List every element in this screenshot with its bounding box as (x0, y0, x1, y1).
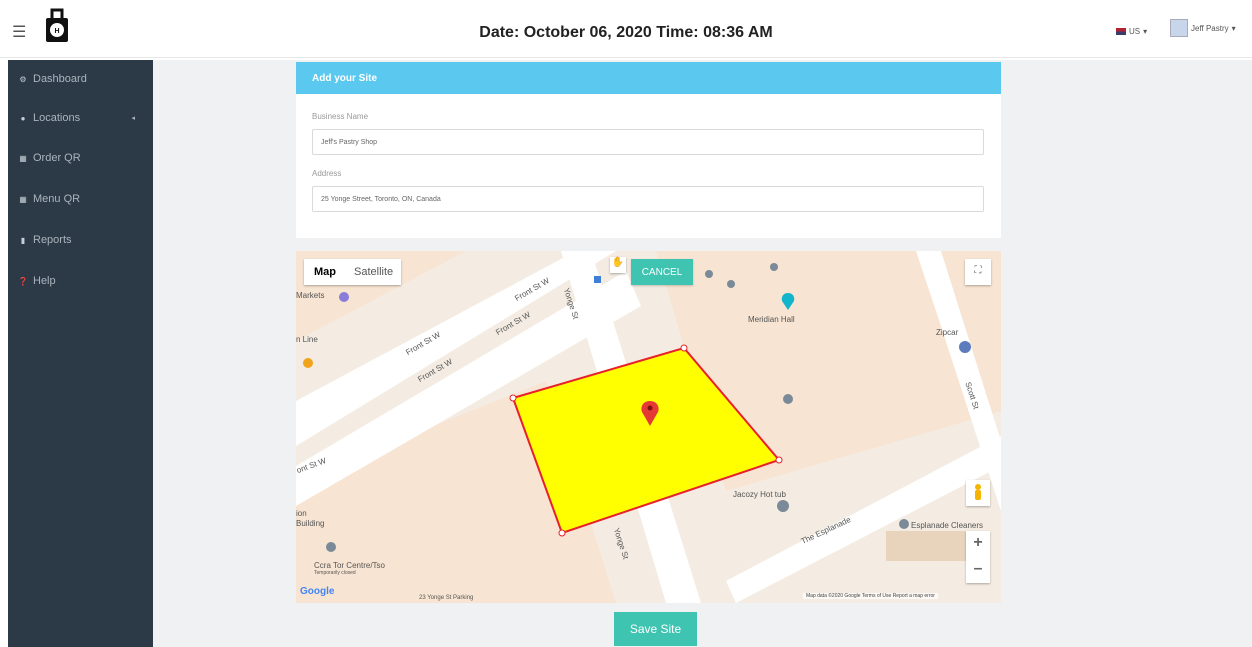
file-icon: ▮ (20, 235, 26, 245)
map-label: Markets (296, 291, 325, 300)
qr-icon: ▦ (19, 194, 27, 204)
jacozy-pin-icon (777, 500, 789, 512)
chevron-down-icon: ▾ (1231, 23, 1236, 33)
business-name-label: Business Name (312, 112, 369, 121)
sidebar-item-reports[interactable]: ▮ Reports (8, 230, 153, 250)
add-site-card: Add your Site Business Name Jeff's Pastr… (296, 62, 1001, 238)
transit-icon (594, 276, 601, 283)
poi-icon (770, 263, 778, 271)
polygon-vertex[interactable] (558, 529, 566, 537)
avatar (1170, 19, 1188, 37)
user-name: Jeff Pastry (1191, 23, 1229, 33)
map-block (886, 531, 966, 561)
caret-icon: ◂ (131, 115, 135, 122)
dashboard-icon: ⚙ (19, 74, 27, 84)
address-label: Address (312, 169, 342, 178)
sidebar-item-label: Locations (33, 112, 81, 124)
hand-icon[interactable]: ✋ (610, 257, 626, 273)
zoom-control: + – (966, 531, 990, 583)
sidebar-item-label: Order QR (33, 152, 81, 164)
chevron-down-icon: ▾ (1143, 27, 1148, 36)
restaurant-icon (303, 358, 313, 368)
map-label: Building (296, 519, 325, 528)
business-name-field[interactable]: Jeff's Pastry Shop (312, 129, 984, 155)
sidebar-item-label: Menu QR (33, 193, 81, 205)
save-site-button[interactable]: Save Site (614, 612, 697, 646)
location-pin-dot (647, 405, 653, 411)
sidebar-item-label: Dashboard (33, 73, 87, 85)
map-marker-icon: ● (20, 113, 26, 123)
zoom-in-button[interactable]: + (966, 531, 990, 557)
map-type-map[interactable]: Map (304, 259, 344, 285)
sidebar-item-order-qr[interactable]: ▦ Order QR (8, 148, 153, 168)
map-label: Zipcar (936, 328, 959, 337)
zoom-out-button[interactable]: – (966, 557, 990, 583)
map-attribution[interactable]: Map data ©2020 Google Terms of Use Repor… (803, 593, 938, 599)
sidebar-item-help[interactable]: ❓ Help (8, 271, 153, 291)
markets-icon (339, 292, 349, 302)
fullscreen-icon[interactable]: ⛶ (965, 259, 991, 285)
language-selector[interactable]: US ▾ (1116, 27, 1147, 36)
cancel-button[interactable]: CANCEL (631, 259, 693, 285)
polygon-vertex[interactable] (680, 344, 688, 352)
map-label: Jacozy Hot tub (733, 490, 786, 499)
address-field[interactable]: 25 Yonge Street, Toronto, ON, Canada (312, 186, 984, 212)
help-icon: ❓ (18, 276, 28, 286)
ccra-icon (326, 542, 336, 552)
language-label: US (1129, 27, 1141, 36)
google-logo: Google (300, 586, 335, 597)
qr-icon: ▦ (19, 153, 27, 163)
sidebar-item-menu-qr[interactable]: ▦ Menu QR (8, 189, 153, 209)
map[interactable]: Markets n Line Meridian Hall Zipcar Fron… (296, 251, 1001, 603)
map-label: n Line (296, 335, 318, 344)
poi-icon (783, 394, 793, 404)
zipcar-icon (959, 341, 971, 353)
map-label: Ccra Tor Centre/Tso (314, 561, 385, 570)
map-type-control: Map Satellite (304, 259, 402, 285)
us-flag-icon (1116, 28, 1126, 35)
sidebar-item-label: Help (33, 275, 56, 287)
date-time: Date: October 06, 2020 Time: 08:36 AM (479, 24, 773, 41)
sidebar-item-locations[interactable]: ● Locations ◂ (8, 108, 153, 128)
street-view-pegman-icon[interactable] (966, 480, 990, 506)
poi-icon (705, 270, 713, 278)
user-menu[interactable]: Jeff Pastry ▾ (1170, 19, 1236, 37)
sidebar-item-dashboard[interactable]: ⚙ Dashboard (8, 69, 153, 89)
map-label: ion (296, 509, 307, 518)
esplanade-cleaners-icon (899, 519, 909, 529)
sidebar: ⚙ Dashboard ● Locations ◂ ▦ Order QR ▦ M… (8, 60, 153, 647)
poi-icon (727, 280, 735, 288)
map-type-satellite[interactable]: Satellite (344, 259, 401, 285)
polygon-vertex[interactable] (775, 456, 783, 464)
top-bar: ☰ H Date: October 06, 2020 Time: 08:36 A… (0, 0, 1252, 58)
map-label: 23 Yonge St Parking (419, 595, 474, 601)
sidebar-item-label: Reports (33, 234, 72, 246)
map-canvas (296, 251, 1001, 603)
map-label: Temporarily closed (314, 570, 356, 576)
map-label: Meridian Hall (748, 315, 795, 324)
card-title: Add your Site (296, 62, 1001, 94)
polygon-vertex[interactable] (509, 394, 517, 402)
map-label: Esplanade Cleaners (911, 521, 984, 530)
